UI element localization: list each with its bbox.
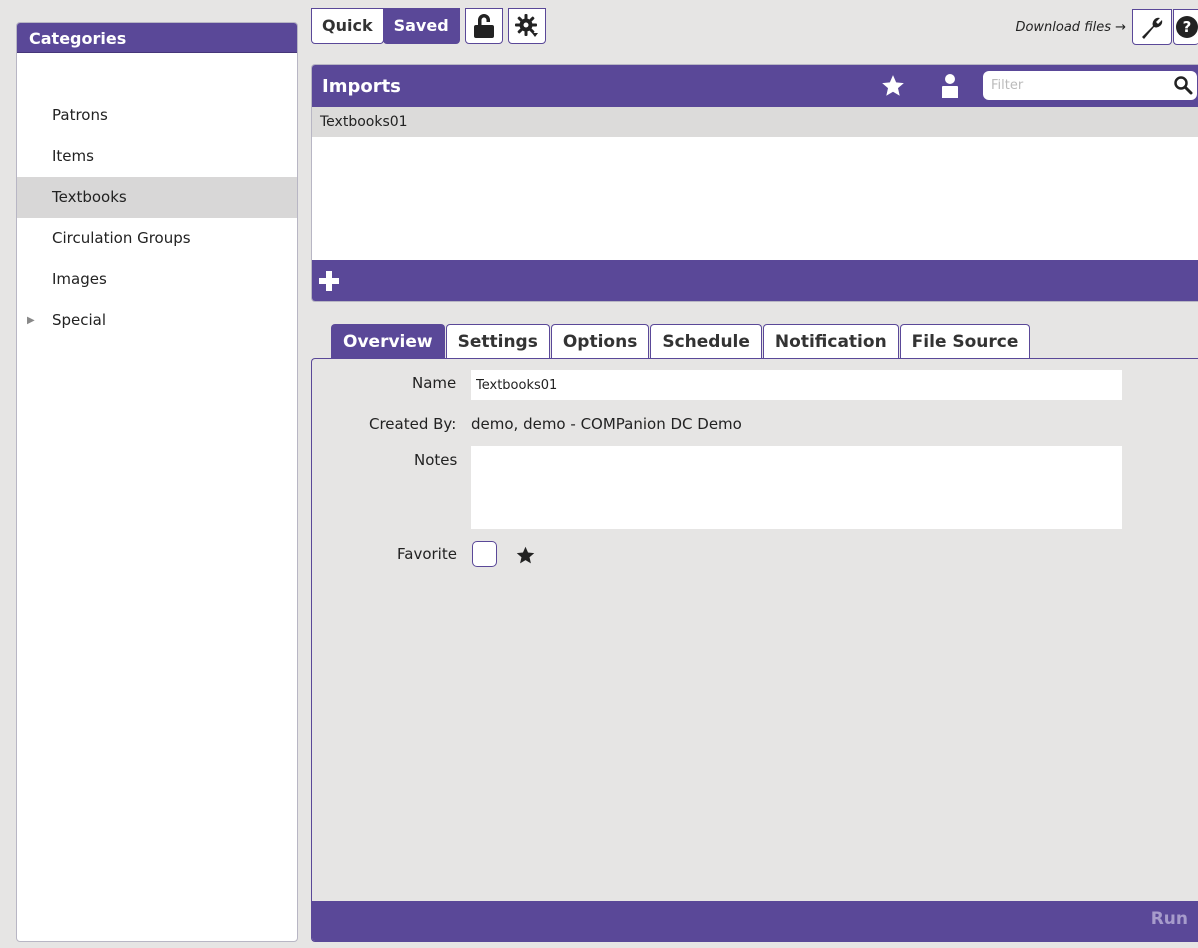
list-item[interactable]: Textbooks01	[312, 107, 1198, 137]
wrench-icon	[1142, 17, 1163, 39]
filter-input[interactable]	[983, 78, 1163, 93]
tab-options[interactable]: Options	[550, 324, 650, 359]
help-icon: ?	[1175, 16, 1198, 38]
tab-settings[interactable]: Settings	[445, 324, 550, 359]
download-files-label: Download files →	[1015, 19, 1126, 35]
detail-tabs: Overview Settings Options Schedule Notif…	[331, 324, 1031, 359]
top-right-toolbar: Download files → ?	[1015, 8, 1198, 46]
sidebar-item-items[interactable]: Items	[17, 136, 297, 177]
svg-text:?: ?	[1182, 18, 1191, 36]
notes-field[interactable]	[471, 446, 1122, 529]
tab-notification[interactable]: Notification	[762, 324, 899, 359]
tab-overview[interactable]: Overview	[331, 324, 445, 359]
star-icon	[516, 546, 535, 564]
quick-button[interactable]: Quick	[311, 8, 384, 44]
tab-file-source[interactable]: File Source	[899, 324, 1031, 359]
sidebar-item-special-label: Special	[52, 311, 107, 329]
filter-field	[983, 71, 1197, 100]
imports-footer	[312, 260, 1198, 301]
saved-button[interactable]: Saved	[382, 8, 460, 44]
categories-sidebar: Categories Patrons Items Textbooks Circu…	[16, 22, 298, 942]
favorite-checkbox[interactable]	[472, 541, 497, 567]
imports-list-empty-area	[312, 137, 1198, 260]
star-icon[interactable]	[880, 73, 906, 99]
add-button[interactable]	[318, 270, 340, 292]
disclosure-triangle-icon[interactable]: ▶	[27, 300, 35, 341]
run-button[interactable]: Run	[1151, 909, 1188, 929]
person-icon[interactable]	[940, 73, 960, 99]
lock-icon	[473, 14, 494, 38]
notes-label: Notes	[414, 451, 458, 469]
search-icon[interactable]	[1173, 75, 1193, 95]
imports-title: Imports	[322, 75, 401, 97]
details-footer: Run	[312, 901, 1198, 941]
sidebar-item-textbooks[interactable]: Textbooks	[17, 177, 297, 218]
lock-button[interactable]	[464, 8, 503, 44]
overview-panel: Name Created By: demo, demo - COMPanion …	[311, 358, 1198, 942]
name-field[interactable]	[471, 370, 1122, 400]
sidebar-item-circulation-groups[interactable]: Circulation Groups	[17, 218, 297, 259]
help-button[interactable]: ?	[1173, 9, 1198, 45]
sidebar-item-special[interactable]: ▶ Special	[17, 300, 297, 341]
top-toolbar: Quick Saved	[311, 8, 546, 46]
settings-menu-button[interactable]	[507, 8, 546, 44]
created-by-label: Created By:	[369, 415, 457, 433]
categories-header: Categories	[17, 23, 297, 53]
gear-icon	[514, 14, 538, 37]
sidebar-item-patrons[interactable]: Patrons	[17, 95, 297, 136]
tools-button[interactable]	[1132, 9, 1172, 45]
categories-list: Patrons Items Textbooks Circulation Grou…	[17, 53, 297, 341]
imports-header: Imports	[312, 65, 1198, 107]
favorite-label: Favorite	[397, 545, 457, 563]
sidebar-item-images[interactable]: Images	[17, 259, 297, 300]
created-by-value: demo, demo - COMPanion DC Demo	[471, 415, 742, 433]
name-label: Name	[412, 374, 457, 392]
imports-panel: Imports Textbooks01	[311, 64, 1198, 302]
tab-schedule[interactable]: Schedule	[650, 324, 762, 359]
